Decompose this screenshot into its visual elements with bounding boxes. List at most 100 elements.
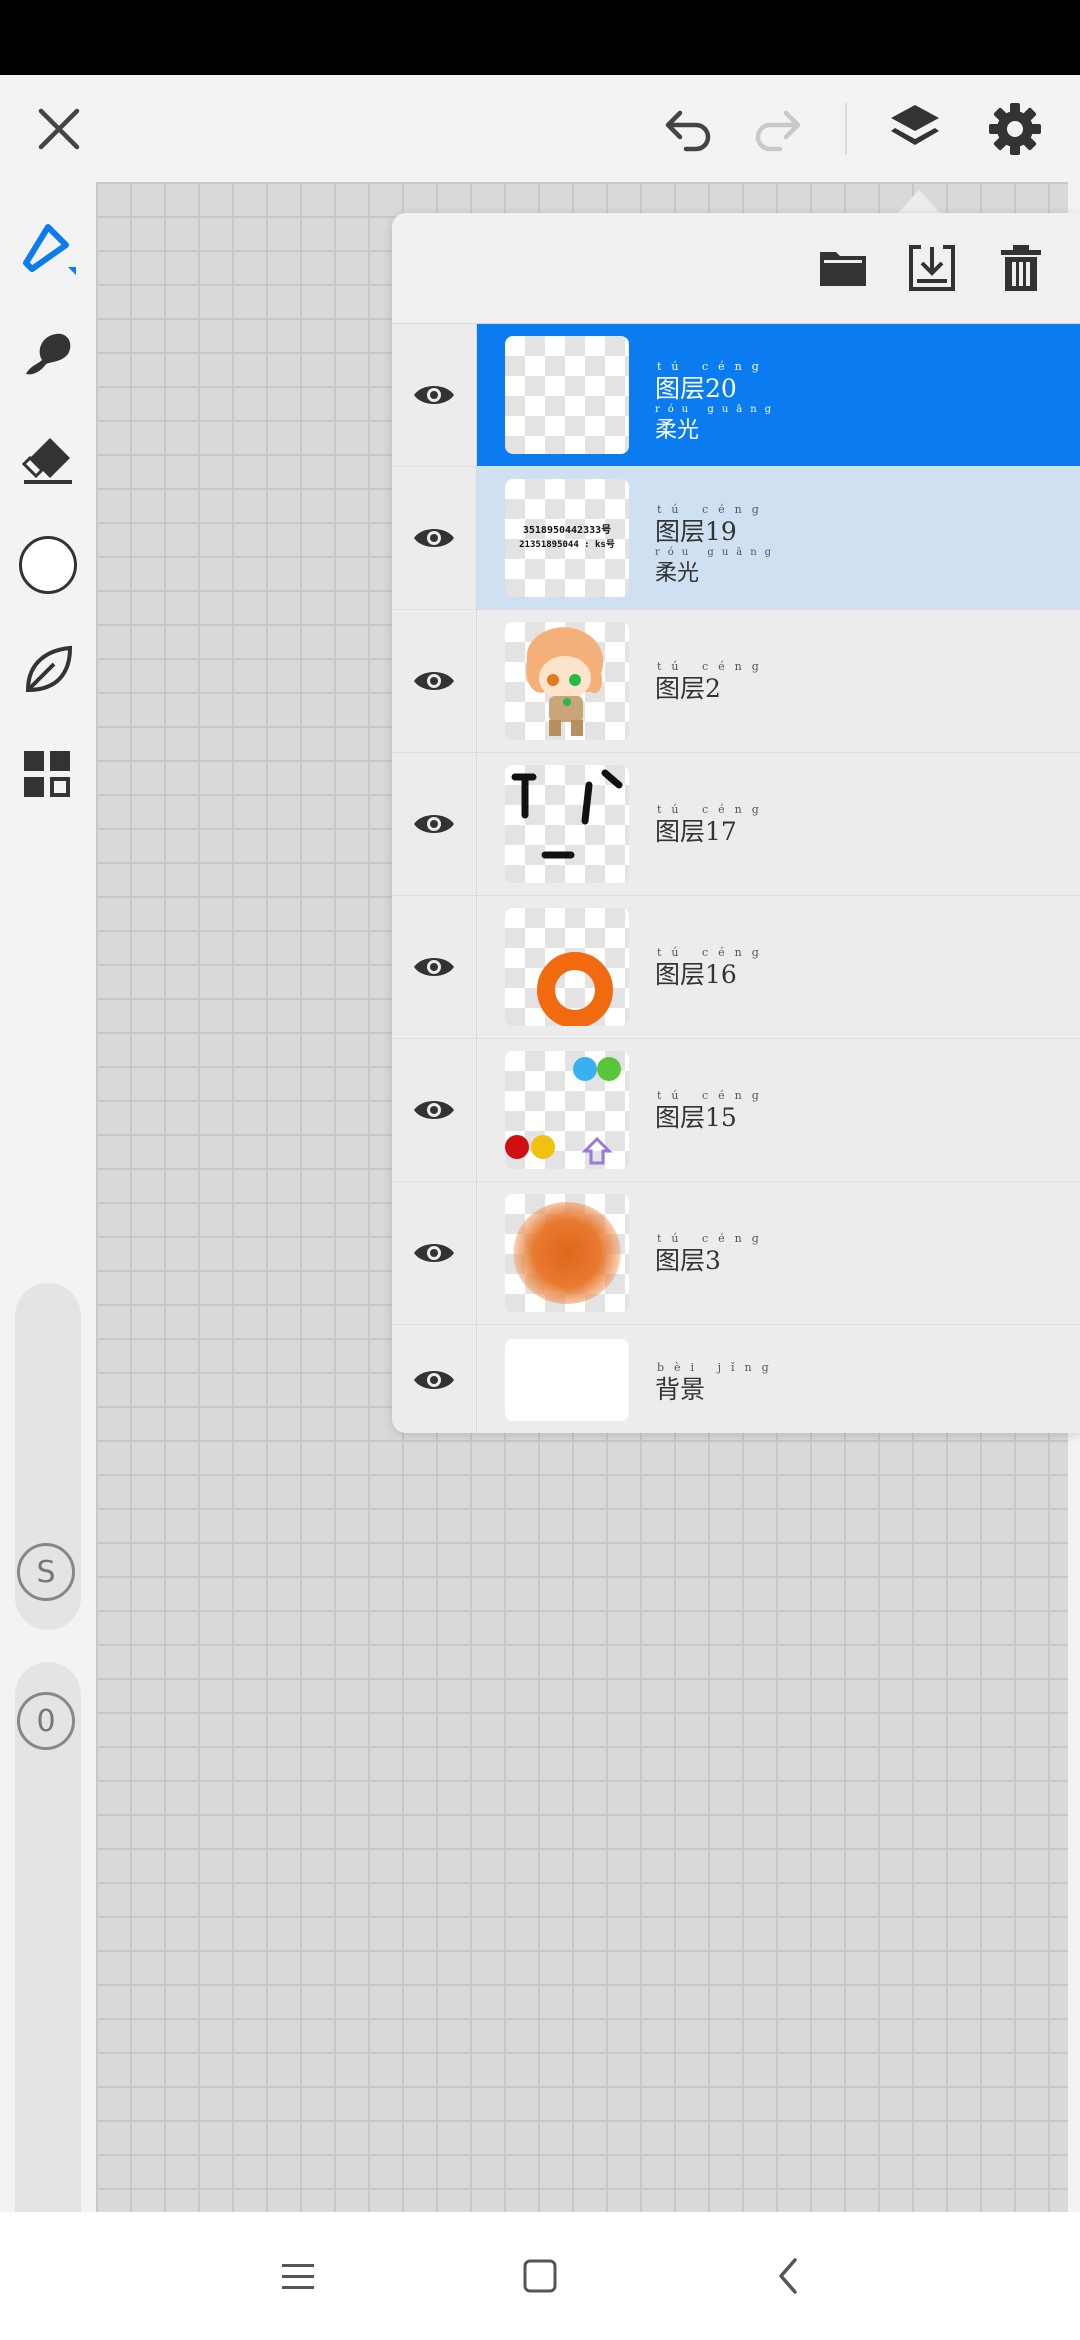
home-button[interactable] — [500, 2236, 580, 2316]
merge-down-button[interactable] — [899, 235, 965, 301]
eye-icon — [414, 815, 454, 833]
layer-main[interactable]: tú céng 图层15 — [477, 1039, 1080, 1181]
layer-name-ruby: tú céng — [657, 1232, 769, 1245]
layer-name: tú céng 图层16 — [655, 946, 769, 991]
character-thumbnail — [526, 627, 604, 736]
layer-row[interactable]: 3518950442333号 21351895044 : ks号 tú céng… — [392, 467, 1080, 610]
layer-main[interactable]: tú céng 图层2 — [477, 610, 1080, 752]
layer-name-ruby: bèi jǐng — [657, 1361, 779, 1374]
layer-name-text: 图层15 — [655, 1103, 737, 1132]
redo-button[interactable] — [733, 75, 823, 182]
undo-icon — [665, 110, 711, 151]
close-button[interactable] — [14, 75, 104, 182]
layer-thumbnail — [505, 622, 629, 740]
layer-row[interactable]: tú céng 图层16 — [392, 896, 1080, 1039]
new-folder-button[interactable] — [810, 235, 876, 301]
back-button[interactable] — [748, 2236, 828, 2316]
blend-ruby: róu guāng — [655, 404, 780, 415]
visibility-toggle[interactable] — [392, 1039, 477, 1181]
eye-icon — [414, 529, 454, 547]
layer-name-ruby: tú céng — [657, 660, 769, 673]
gallery-tool[interactable] — [8, 735, 88, 815]
visibility-toggle[interactable] — [392, 896, 477, 1038]
layer-name: tú céng 图层20 — [655, 360, 769, 405]
toolbar-divider — [845, 103, 847, 155]
gear-icon — [989, 102, 1041, 155]
layer-row[interactable]: tú céng 图层20 róu guāng 柔光 — [392, 324, 1080, 467]
layer-thumbnail — [505, 1339, 629, 1421]
system-nav-bar — [0, 2212, 1080, 2340]
layer-name: tú céng 图层2 — [655, 660, 769, 705]
layer-panel-header — [392, 213, 1080, 324]
layer-name-ruby: tú céng — [657, 1089, 769, 1102]
leaf-icon — [25, 645, 73, 693]
settings-button[interactable] — [970, 75, 1060, 182]
home-icon — [523, 2259, 557, 2293]
background-layer-row[interactable]: bèi jǐng 背景 — [392, 1325, 1080, 1433]
delete-layer-button[interactable] — [988, 235, 1054, 301]
smudge-tool[interactable] — [8, 314, 88, 394]
visibility-toggle[interactable] — [392, 467, 477, 609]
top-toolbar — [0, 75, 1080, 182]
color-swatch[interactable] — [8, 525, 88, 605]
visibility-toggle[interactable] — [392, 1325, 477, 1433]
layer-main[interactable]: tú céng 图层3 — [477, 1182, 1080, 1324]
layer-name-ruby: tú céng — [657, 360, 769, 373]
merge-down-icon — [909, 245, 955, 291]
blur-blob — [513, 1202, 621, 1304]
redo-icon — [755, 110, 801, 151]
eye-icon — [414, 1101, 454, 1119]
close-icon — [38, 108, 80, 149]
layer-name-text: 图层20 — [655, 374, 737, 403]
layers-button[interactable] — [870, 75, 960, 182]
layers-icon — [891, 104, 939, 145]
folder-icon — [820, 252, 866, 286]
layer-name: tú céng 图层3 — [655, 1232, 769, 1277]
dots-thumbnail — [505, 1057, 621, 1165]
grid-icon — [24, 751, 70, 797]
visibility-toggle[interactable] — [392, 610, 477, 752]
layer-thumbnail — [505, 765, 629, 883]
layer-row[interactable]: tú céng 图层3 — [392, 1182, 1080, 1325]
opacity-slider[interactable]: 0 — [15, 1662, 81, 2260]
layer-name-text: 图层2 — [655, 674, 721, 703]
eye-icon — [414, 1244, 454, 1262]
layer-panel-pointer — [897, 190, 941, 214]
face-thumbnail — [511, 769, 623, 859]
thumbnail-text: 3518950442333号 — [522, 525, 612, 536]
size-slider-thumb[interactable]: S — [17, 1543, 75, 1601]
layer-main[interactable]: tú céng 图层16 — [477, 896, 1080, 1038]
visibility-toggle[interactable] — [392, 324, 477, 466]
layer-main[interactable]: 3518950442333号 21351895044 : ks号 tú céng… — [477, 467, 1080, 609]
layer-thumbnail — [505, 908, 629, 1026]
back-icon — [779, 2258, 797, 2294]
leaf-tool[interactable] — [8, 630, 88, 710]
layer-panel: tú céng 图层20 róu guāng 柔光 3518950442333号 2… — [392, 213, 1080, 1433]
visibility-toggle[interactable] — [392, 753, 477, 895]
layer-blend-mode: róu guāng 柔光 — [655, 547, 779, 587]
blend-text: 柔光 — [655, 418, 700, 443]
menu-button[interactable] — [258, 2236, 338, 2316]
blend-ruby: róu guāng — [655, 547, 780, 558]
brush-size-slider[interactable]: S — [15, 1283, 81, 1630]
ring-thumbnail — [537, 952, 613, 1026]
eraser-icon — [21, 438, 72, 484]
layer-thumbnail: 3518950442333号 21351895044 : ks号 — [505, 479, 629, 597]
layer-name-ruby: tú céng — [657, 946, 769, 959]
eye-icon — [414, 672, 454, 690]
layer-main[interactable]: tú céng 图层17 — [477, 753, 1080, 895]
layer-name-ruby: tú céng — [657, 503, 769, 516]
layer-row[interactable]: tú céng 图层15 — [392, 1039, 1080, 1182]
layer-thumbnail — [505, 1194, 629, 1312]
layer-main[interactable]: bèi jǐng 背景 — [477, 1325, 1080, 1433]
layer-row[interactable]: tú céng 图层2 — [392, 610, 1080, 753]
pen-tool[interactable] — [8, 209, 88, 289]
layer-row[interactable]: tú céng 图层17 — [392, 753, 1080, 896]
layer-list: tú céng 图层20 róu guāng 柔光 3518950442333号 2… — [392, 324, 1080, 1433]
undo-button[interactable] — [643, 75, 733, 182]
layer-blend-mode: róu guāng 柔光 — [655, 404, 779, 444]
opacity-slider-thumb[interactable]: 0 — [17, 1692, 75, 1750]
layer-main[interactable]: tú céng 图层20 róu guāng 柔光 — [477, 324, 1080, 466]
visibility-toggle[interactable] — [392, 1182, 477, 1324]
eraser-tool[interactable] — [8, 420, 88, 500]
